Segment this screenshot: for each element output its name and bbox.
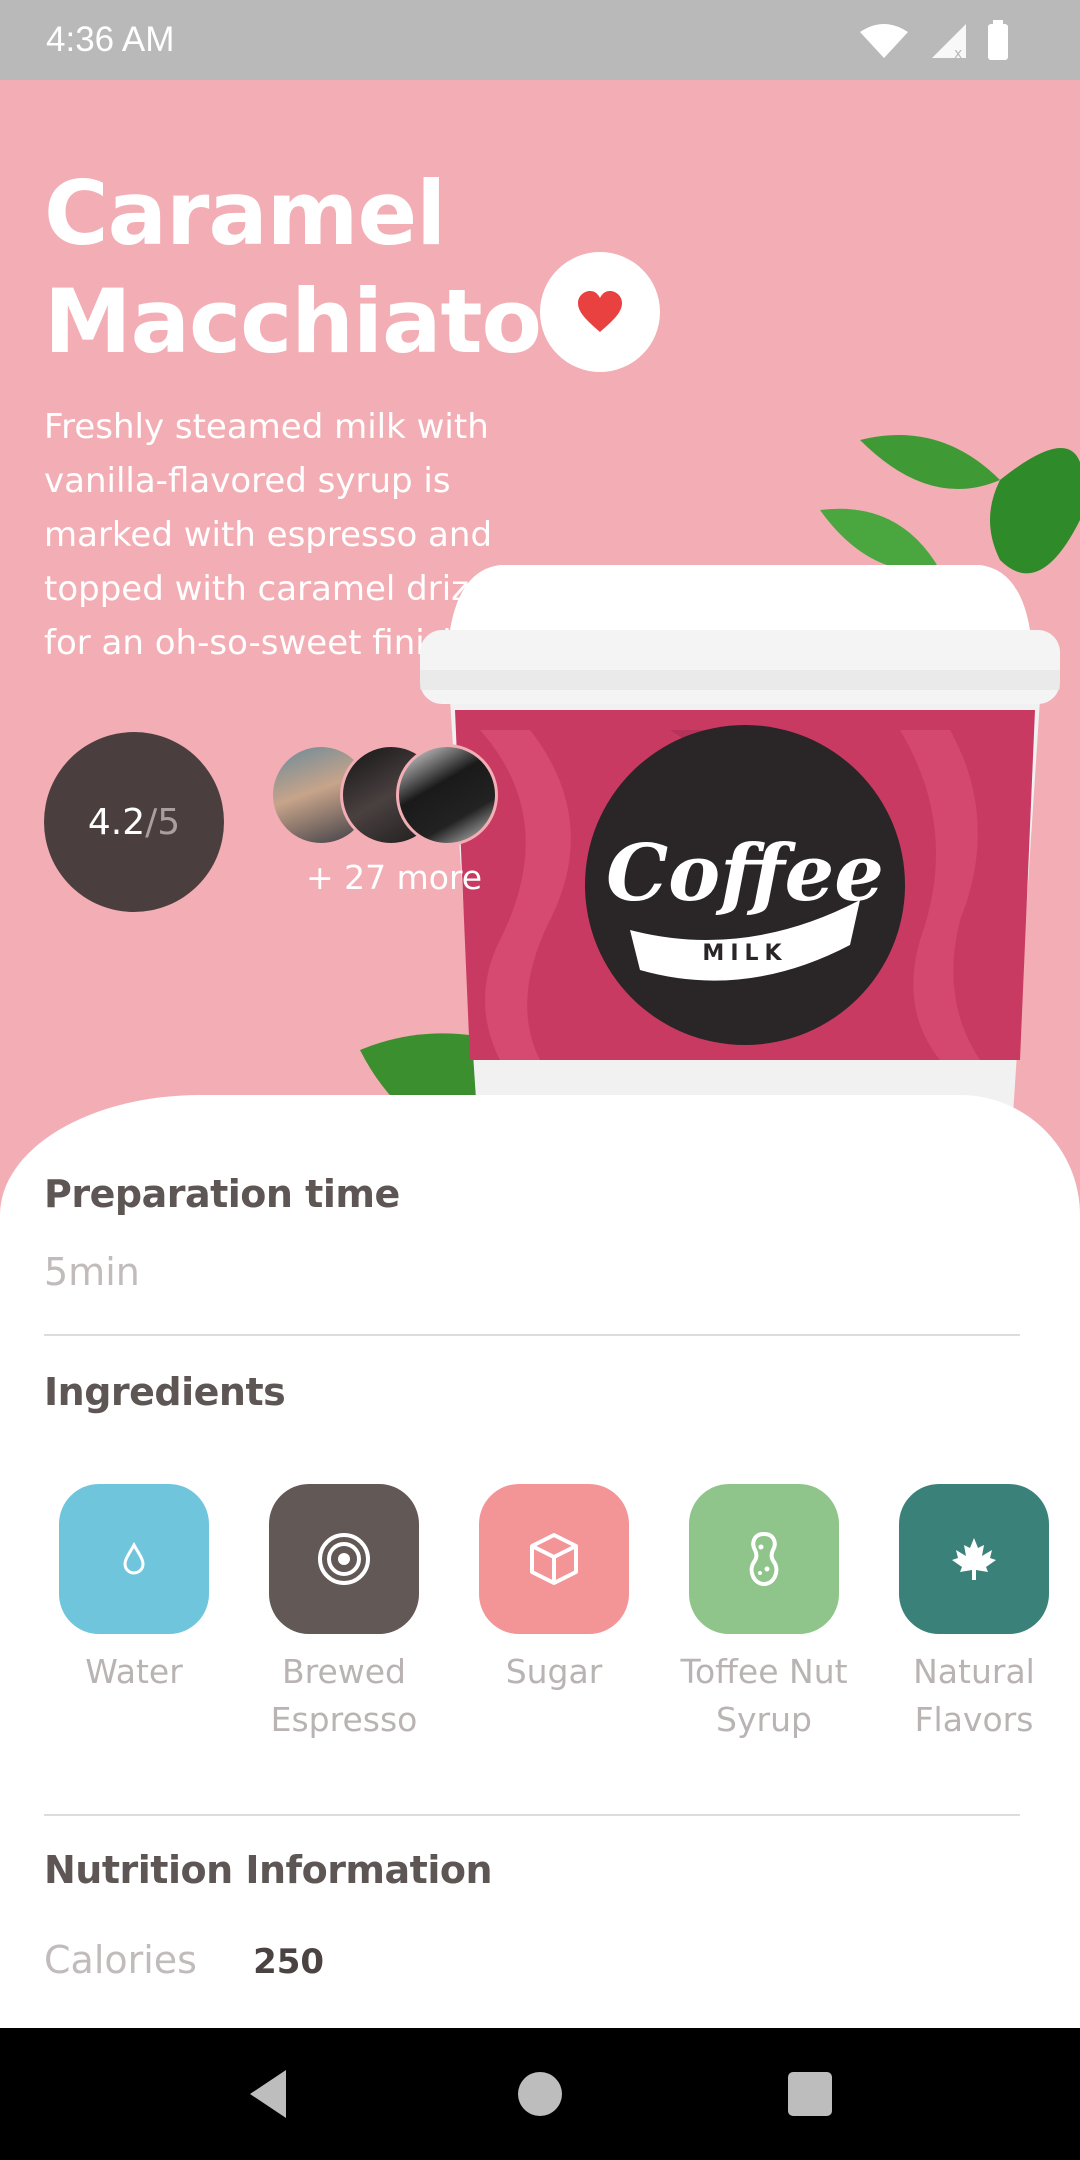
- ingredient-label-line2: Espresso: [270, 1700, 418, 1739]
- recents-icon[interactable]: [780, 2064, 840, 2124]
- svg-text:x: x: [954, 46, 962, 62]
- nutrition-title: Nutrition Information: [44, 1848, 493, 1892]
- avatar[interactable]: [396, 744, 498, 846]
- ingredients-title: Ingredients: [44, 1370, 286, 1414]
- ingredient-natural-flavors: Natural Flavors: [874, 1484, 1074, 1744]
- status-icons: x: [860, 20, 1008, 62]
- product-title-line2: Macchiato: [44, 270, 542, 373]
- ingredient-water-tile[interactable]: [59, 1484, 209, 1634]
- heart-icon: [578, 291, 622, 332]
- rating-badge: 4.2/5: [44, 732, 224, 912]
- ingredient-natural-flavors-tile[interactable]: [899, 1484, 1049, 1634]
- preparation-title: Preparation time: [44, 1172, 400, 1216]
- rating-value: 4.2: [87, 801, 146, 843]
- divider: [44, 1814, 1020, 1816]
- target-icon: [318, 1533, 370, 1585]
- ingredient-label: Water: [85, 1652, 183, 1691]
- system-nav-bar: [0, 2028, 1080, 2160]
- ingredient-label-line1: Brewed: [281, 1652, 407, 1691]
- ingredient-brewed-espresso-tile[interactable]: [269, 1484, 419, 1634]
- ingredient-water: Water: [34, 1484, 234, 1696]
- favorite-button[interactable]: [540, 252, 660, 372]
- nutrition-calories-row: Calories 250: [44, 1938, 324, 1982]
- cup-logo-text: Coffee: [606, 828, 884, 919]
- wifi-icon: [860, 24, 908, 58]
- leaf-decoration: [820, 508, 940, 572]
- ingredient-brewed-espresso: Brewed Espresso: [244, 1484, 444, 1744]
- droplet-icon: [123, 1542, 145, 1575]
- divider: [44, 1334, 1020, 1336]
- ingredient-label-line1: Natural: [913, 1652, 1035, 1691]
- status-time: 4:36 AM: [46, 20, 175, 59]
- ingredient-toffee-nut-syrup-tile[interactable]: [689, 1484, 839, 1634]
- leaf-decoration: [860, 435, 1000, 489]
- ingredient-sugar: Sugar: [454, 1484, 654, 1696]
- product-title: Caramel Macchiato: [44, 160, 544, 376]
- preparation-value: 5min: [44, 1250, 140, 1294]
- likers-more-label[interactable]: + 27 more: [306, 858, 482, 897]
- ingredient-label-line2: Syrup: [716, 1700, 812, 1739]
- peanut-icon: [749, 1531, 779, 1587]
- calories-value: 250: [253, 1942, 325, 1982]
- home-icon[interactable]: [510, 2064, 570, 2124]
- ingredient-label-line2: Flavors: [914, 1700, 1034, 1739]
- rating-denominator: /5: [145, 801, 181, 843]
- back-icon[interactable]: [240, 2064, 300, 2124]
- ingredient-label-line1: Toffee Nut: [680, 1652, 848, 1691]
- status-bar: 4:36 AM x: [0, 0, 1080, 80]
- ingredient-toffee-nut-syrup: Toffee Nut Syrup: [664, 1484, 864, 1744]
- product-title-line1: Caramel: [44, 162, 446, 265]
- maple-leaf-icon: [952, 1538, 996, 1580]
- leaf-decoration: [990, 448, 1080, 574]
- battery-icon: [988, 24, 1008, 60]
- calories-label: Calories: [44, 1938, 197, 1982]
- cube-icon: [530, 1533, 578, 1585]
- ingredient-sugar-tile[interactable]: [479, 1484, 629, 1634]
- ingredient-label: Sugar: [505, 1652, 603, 1691]
- cup-logo-subtext: MILK: [702, 941, 787, 966]
